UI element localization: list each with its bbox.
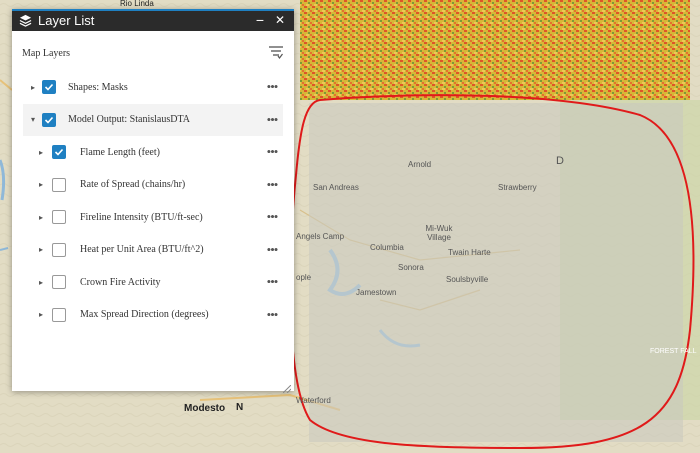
expand-caret-icon[interactable]: ▸: [36, 148, 46, 157]
layer-checkbox[interactable]: [42, 80, 56, 95]
layer-label: Shapes: Masks: [68, 81, 128, 93]
minimize-button[interactable]: −: [252, 12, 268, 28]
layer-label: Heat per Unit Area (BTU/ft^2): [80, 244, 204, 256]
more-icon[interactable]: •••: [264, 308, 280, 321]
more-icon[interactable]: •••: [264, 243, 280, 256]
map-layers-label: Map Layers: [22, 48, 71, 59]
panel-title: Layer List: [38, 12, 95, 28]
layer-row-fireline-intensity[interactable]: ▸ Fireline Intensity (BTU/ft-sec) •••: [12, 201, 294, 234]
layer-label: Model Output: StanislausDTA: [68, 114, 190, 126]
map-label-columbia: Columbia: [370, 243, 404, 252]
map-label-forest-fall: FOREST FALL: [650, 348, 697, 355]
map-label-oakdale: ople: [296, 273, 312, 282]
map-label-n: N: [236, 402, 244, 413]
expand-caret-icon[interactable]: ▸: [36, 278, 46, 287]
panel-header[interactable]: Layer List − ✕: [12, 9, 294, 31]
layer-label: Flame Length (feet): [80, 146, 160, 158]
map-label-rio-linda: Rio Linda: [120, 0, 154, 8]
layer-row-flame-length[interactable]: ▸ Flame Length (feet) •••: [12, 136, 294, 169]
map-label-twain-harte: Twain Harte: [448, 248, 491, 257]
layer-row-model-output[interactable]: ▾ Model Output: StanislausDTA •••: [23, 103, 283, 136]
layer-rows: ▸ Shapes: Masks ••• ▾ Model Output: Stan…: [12, 71, 294, 331]
layer-label: Max Spread Direction (degrees): [80, 309, 209, 321]
expand-caret-icon[interactable]: ▸: [36, 180, 46, 189]
more-icon[interactable]: •••: [264, 275, 280, 288]
map-label-soulsbyville: Soulsbyville: [446, 275, 489, 284]
expand-caret-icon[interactable]: ▸: [36, 310, 46, 319]
layer-checkbox[interactable]: [52, 210, 66, 225]
header-accent: [12, 9, 294, 11]
layer-checkbox[interactable]: [52, 242, 66, 257]
layers-icon: [18, 13, 32, 27]
expand-caret-icon[interactable]: ▸: [28, 83, 38, 92]
map-label-jamestown: Jamestown: [356, 288, 397, 297]
collapse-caret-icon[interactable]: ▾: [28, 115, 38, 124]
more-icon[interactable]: •••: [264, 145, 280, 158]
more-icon[interactable]: •••: [264, 113, 280, 126]
resize-grip-icon[interactable]: [282, 380, 292, 394]
layer-label: Fireline Intensity (BTU/ft-sec): [80, 211, 203, 223]
map-label-arnold: Arnold: [408, 160, 432, 169]
expand-caret-icon[interactable]: ▸: [36, 245, 46, 254]
layer-checkbox[interactable]: [52, 145, 66, 160]
map-label-angels-camp: Angels Camp: [296, 232, 345, 241]
map-label-miwuk-village: Mi-Wuk Village: [425, 224, 453, 242]
more-icon[interactable]: •••: [264, 178, 280, 191]
layer-label: Crown Fire Activity: [80, 276, 161, 288]
map-label-san-andreas: San Andreas: [313, 183, 359, 192]
more-icon[interactable]: •••: [264, 210, 280, 223]
close-button[interactable]: ✕: [272, 13, 288, 27]
layer-row-crown-fire-activity[interactable]: ▸ Crown Fire Activity •••: [12, 266, 294, 299]
expand-caret-icon[interactable]: ▸: [36, 213, 46, 222]
layer-row-heat-per-unit-area[interactable]: ▸ Heat per Unit Area (BTU/ft^2) •••: [12, 234, 294, 267]
layer-checkbox[interactable]: [52, 177, 66, 192]
layer-checkbox[interactable]: [42, 112, 56, 127]
map-label-d: D: [556, 155, 564, 167]
map-label-modesto: Modesto: [184, 403, 226, 414]
more-icon[interactable]: •••: [264, 80, 280, 93]
map-label-strawberry: Strawberry: [498, 183, 537, 192]
layer-row-shapes-masks[interactable]: ▸ Shapes: Masks •••: [12, 71, 294, 104]
map-label-sonora: Sonora: [398, 263, 424, 272]
layer-checkbox[interactable]: [52, 275, 66, 290]
layer-row-rate-of-spread[interactable]: ▸ Rate of Spread (chains/hr) •••: [12, 169, 294, 202]
layer-list-panel: Layer List − ✕ Map Layers ▸ Shapes: Mask…: [12, 9, 294, 394]
layer-checkbox[interactable]: [52, 307, 66, 322]
layer-row-max-spread-direction[interactable]: ▸ Max Spread Direction (degrees) •••: [12, 299, 294, 332]
layer-toolbar: Map Layers: [12, 31, 294, 71]
menu-icon[interactable]: [268, 45, 284, 59]
layer-label: Rate of Spread (chains/hr): [80, 179, 186, 191]
map-label-waterford: Waterford: [296, 396, 331, 405]
